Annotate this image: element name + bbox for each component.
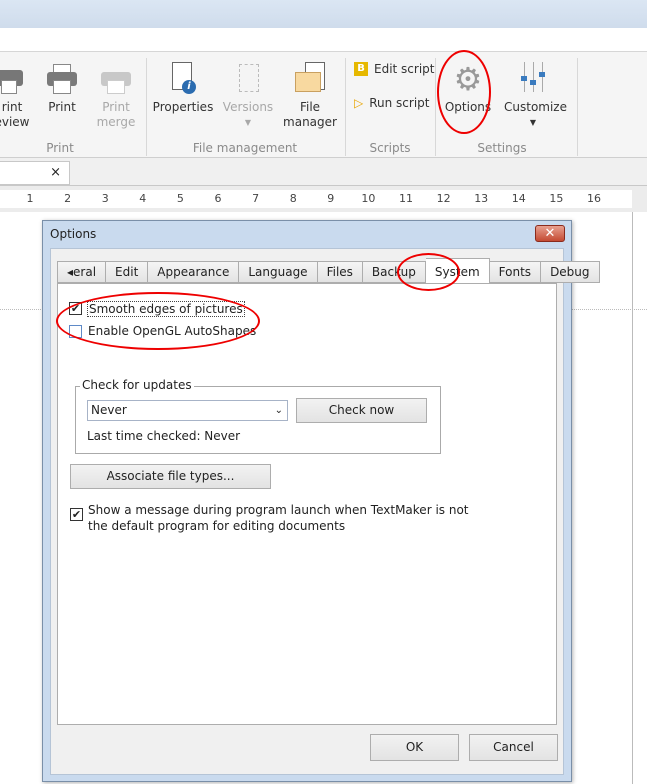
properties-icon: i	[166, 62, 200, 96]
check-updates-label: Check for updates	[80, 378, 194, 392]
system-panel: ✔ Smooth edges of pictures Enable OpenGL…	[57, 283, 557, 725]
separator	[435, 58, 436, 156]
check-now-button[interactable]: Check now	[296, 398, 427, 423]
show-message-label[interactable]: Show a message during program launch whe…	[88, 502, 469, 534]
associate-file-types-button[interactable]: Associate file types...	[70, 464, 271, 489]
close-tab-icon[interactable]: ×	[50, 165, 61, 180]
ruler-number: 5	[176, 192, 184, 205]
group-label-scripts: Scripts	[369, 141, 411, 155]
versions-icon	[231, 62, 265, 96]
file-manager-icon	[293, 62, 327, 96]
print-preview-icon	[0, 62, 29, 96]
ruler-number: 10	[361, 192, 376, 205]
tab-appearance[interactable]: Appearance	[148, 261, 240, 283]
group-label-print: Print	[46, 141, 74, 155]
separator	[577, 58, 578, 156]
file-manager-button[interactable]: File manager	[282, 52, 338, 130]
print-merge-icon	[99, 62, 133, 96]
versions-button[interactable]: Versions ▼	[220, 52, 276, 130]
separator	[146, 58, 147, 156]
ribbon-tab-bar	[0, 28, 647, 52]
edit-script-button[interactable]: B Edit script	[354, 62, 435, 76]
annotation-circle-options	[437, 50, 491, 134]
ruler-number: 11	[399, 192, 413, 205]
window-title-bar	[0, 0, 647, 28]
group-label-settings: Settings	[477, 141, 527, 155]
ruler-number: 8	[289, 192, 297, 205]
horizontal-ruler[interactable]: 1 2 3 4 5 6 7 8 9 10 11 12 13 14 15 16	[0, 190, 632, 208]
ruler-number: 12	[436, 192, 451, 205]
last-checked-text: Last time checked: Never	[87, 429, 241, 443]
printer-icon	[45, 62, 79, 96]
ruler-number: 6	[214, 192, 222, 205]
ruler-number: 7	[252, 192, 260, 205]
dialog-title: Options	[50, 227, 97, 241]
document-tab-strip	[0, 158, 647, 186]
chevron-down-icon: ⌄	[274, 405, 283, 416]
properties-button[interactable]: i Properties	[152, 52, 214, 115]
tab-debug[interactable]: Debug	[541, 261, 600, 283]
annotation-circle-checkboxes	[56, 292, 260, 350]
tab-edit[interactable]: Edit	[106, 261, 149, 283]
ruler-number: 4	[139, 192, 147, 205]
update-frequency-select[interactable]: Never ⌄	[87, 400, 288, 421]
document-tab[interactable]: ×	[0, 161, 70, 185]
ruler-number: 16	[587, 192, 601, 205]
options-tabs: ◂eral Edit Appearance Language Files Bac…	[57, 258, 600, 283]
dialog-close-button[interactable]: ✕	[535, 225, 565, 242]
tab-files[interactable]: Files	[317, 261, 363, 283]
annotation-circle-system-tab	[397, 253, 460, 291]
chevron-down-icon: ▼	[244, 118, 252, 127]
cancel-button[interactable]: Cancel	[469, 734, 558, 761]
ribbon: rinteview Print Printmerge i Properties …	[0, 52, 647, 158]
ok-button[interactable]: OK	[370, 734, 459, 761]
ruler-number: 13	[474, 192, 489, 205]
run-script-button[interactable]: ▷ Run script	[354, 96, 430, 110]
print-preview-button[interactable]: rinteview	[0, 52, 32, 130]
print-button[interactable]: Print	[40, 52, 84, 115]
ruler-number: 14	[511, 192, 526, 205]
run-script-icon: ▷	[354, 96, 364, 110]
ruler-number: 1	[26, 192, 34, 205]
ruler-number: 2	[64, 192, 72, 205]
tab-language[interactable]: Language	[239, 261, 318, 283]
ruler-number: 15	[549, 192, 564, 205]
separator	[345, 58, 346, 156]
ruler-number: 3	[101, 192, 109, 205]
customize-button[interactable]: Customize ▼	[504, 52, 567, 130]
print-merge-button[interactable]: Print merge	[92, 52, 140, 130]
chevron-down-icon: ▼	[529, 118, 537, 127]
page-edge	[632, 212, 633, 784]
show-message-checkbox[interactable]: ✔	[70, 508, 83, 521]
sliders-icon	[516, 62, 550, 96]
tab-general[interactable]: ◂eral	[57, 261, 107, 283]
group-label-file-management: File management	[192, 141, 298, 155]
tab-fonts[interactable]: Fonts	[489, 261, 542, 283]
ruler-number: 9	[327, 192, 335, 205]
script-b-icon: B	[354, 62, 368, 76]
